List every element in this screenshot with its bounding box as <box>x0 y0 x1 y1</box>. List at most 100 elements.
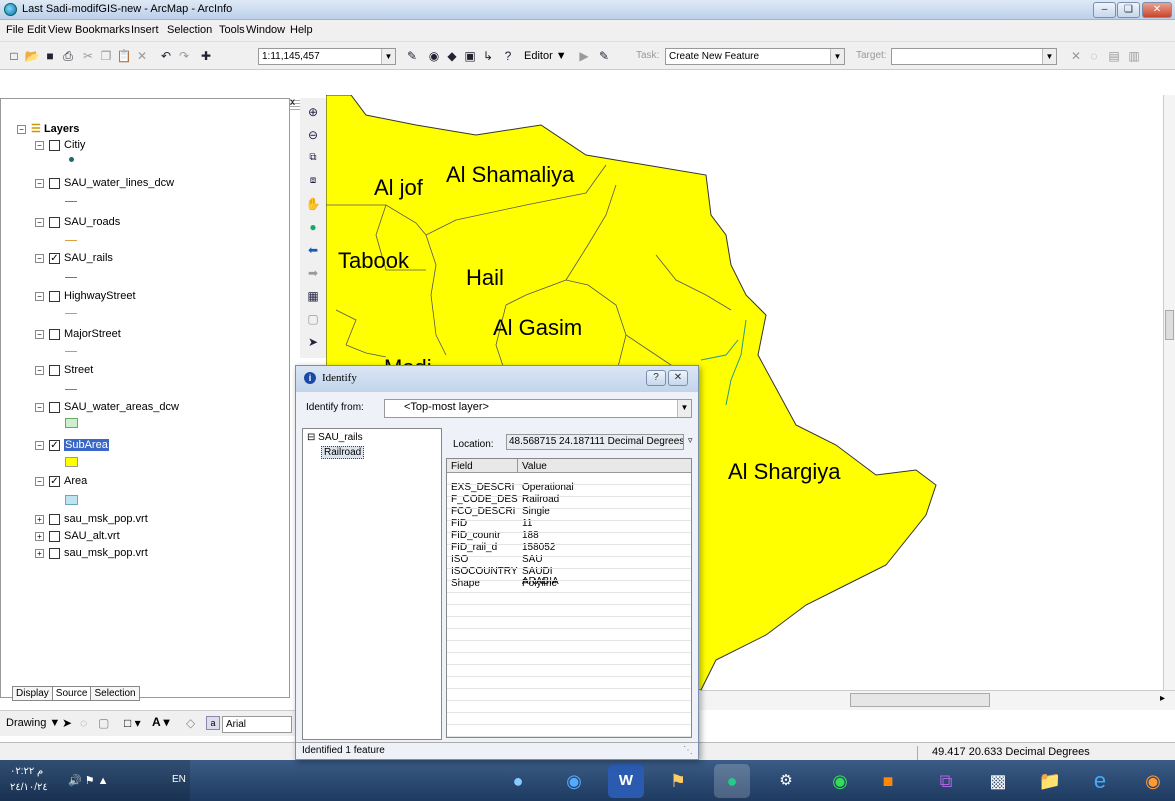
toolbox-icon[interactable]: ◆ <box>444 48 460 64</box>
toc-root[interactable]: − ☰ Layers <box>17 122 79 135</box>
zoom-in-icon[interactable]: ⊕ <box>305 104 321 120</box>
layer-checkbox[interactable] <box>49 177 60 189</box>
menu-view[interactable]: View <box>48 24 72 36</box>
drawing-menu[interactable]: Drawing ▼ <box>6 717 60 729</box>
scroll-thumb[interactable] <box>1165 310 1174 340</box>
attribute-row[interactable]: F_CODE_DES Railroad <box>451 495 559 505</box>
toc-layer-subarea[interactable]: − ✓ SubArea <box>35 439 109 451</box>
toc-layer-sau-msk-pop-2[interactable]: + sau_msk_pop.vrt <box>35 547 148 559</box>
toc-layer-sau-roads[interactable]: − SAU_roads <box>35 216 120 228</box>
scroll-right-icon[interactable]: ▸ <box>1160 693 1165 704</box>
identify-titlebar[interactable]: i Identify ? ✕ <box>296 366 698 392</box>
resize-grip-icon[interactable]: ⋱ <box>683 745 693 756</box>
layer-checkbox[interactable] <box>49 290 60 302</box>
attribute-row[interactable]: ISO SAU <box>451 555 543 565</box>
menu-bookmarks[interactable]: Bookmarks <box>75 24 130 36</box>
folder-app-icon[interactable]: 📁 <box>1032 764 1068 798</box>
sketch-properties-icon[interactable]: ▥ <box>1126 48 1142 64</box>
toc-layer-sau-msk-pop[interactable]: + sau_msk_pop.vrt <box>35 513 148 525</box>
menu-file[interactable]: File <box>6 24 24 36</box>
layer-checkbox[interactable] <box>49 513 60 525</box>
zoom-out-icon[interactable]: ⊖ <box>305 127 321 143</box>
help-button[interactable]: ? <box>646 370 666 386</box>
clear-selection-icon[interactable]: ▢ <box>305 311 321 327</box>
open-folder-icon[interactable]: 📂 <box>24 48 40 64</box>
scroll-thumb[interactable] <box>850 693 990 707</box>
chevron-down-icon[interactable]: ▼ <box>830 49 844 64</box>
new-document-icon[interactable]: □ <box>6 48 22 64</box>
ie-app-icon[interactable]: e <box>1082 764 1118 798</box>
menu-selection[interactable]: Selection <box>167 24 212 36</box>
maximize-button[interactable]: ❏ <box>1117 2 1140 18</box>
font-icon[interactable]: a <box>206 716 220 730</box>
chevron-down-icon[interactable]: ▼ <box>1042 49 1056 64</box>
undo-icon[interactable]: ↶ <box>158 48 174 64</box>
save-icon[interactable]: ■ <box>42 48 58 64</box>
close-button[interactable]: ✕ <box>1142 2 1172 18</box>
col-value-header[interactable]: Value <box>522 461 547 472</box>
fixed-zoom-out-icon[interactable]: ⧈ <box>305 173 321 189</box>
toc-layer-sau-rails[interactable]: − ✓ SAU_rails <box>35 252 113 264</box>
tray-icons[interactable]: 🔊 ⚑ ▲ <box>68 774 109 787</box>
font-combo[interactable]: Arial <box>222 716 292 733</box>
map-vertical-scrollbar[interactable] <box>1163 95 1175 710</box>
rotate-tool-icon[interactable]: ◌ <box>1086 48 1102 64</box>
terminal-app-icon[interactable]: ▩ <box>980 764 1016 798</box>
firefox-app-icon[interactable]: ◉ <box>1135 764 1171 798</box>
menu-edit[interactable]: Edit <box>27 24 46 36</box>
toc-layer-citiy[interactable]: − Citiy <box>35 139 85 151</box>
full-extent-icon[interactable]: ● <box>305 219 321 235</box>
toc-layer-sau-water-areas[interactable]: − SAU_water_areas_dcw <box>35 401 179 413</box>
outlook-app-icon[interactable]: ■ <box>870 764 906 798</box>
layer-checkbox[interactable]: ✓ <box>49 475 60 487</box>
whats-this-icon[interactable]: ? <box>500 48 516 64</box>
back-extent-icon[interactable]: ⬅ <box>305 242 321 258</box>
toc-layer-sau-water-lines[interactable]: − SAU_water_lines_dcw <box>35 177 174 189</box>
split-tool-icon[interactable]: ✕ <box>1068 48 1084 64</box>
toc-layer-area[interactable]: − ✓ Area <box>35 475 87 487</box>
menu-help[interactable]: Help <box>290 24 313 36</box>
attributes-icon[interactable]: ▤ <box>1106 48 1122 64</box>
text-icon[interactable]: A ▾ <box>152 715 170 729</box>
editor-toolbar-icon[interactable]: ✎ <box>404 48 420 64</box>
rectangle-icon[interactable]: □ ▾ <box>124 716 141 730</box>
arctoolbox-icon[interactable]: ◉ <box>426 48 442 64</box>
pan-icon[interactable]: ✋ <box>305 196 321 212</box>
arcmap-app-icon[interactable]: ● <box>714 764 750 798</box>
layer-checkbox[interactable] <box>49 328 60 340</box>
redo-icon[interactable]: ↷ <box>176 48 192 64</box>
location-dropdown-icon[interactable]: ▿ <box>688 435 693 446</box>
layer-checkbox[interactable] <box>49 139 60 151</box>
layer-checkbox[interactable]: ✓ <box>49 439 60 451</box>
menu-window[interactable]: Window <box>246 24 285 36</box>
browser-app-icon[interactable]: ◉ <box>556 764 592 798</box>
utorrent-app-icon[interactable]: ◉ <box>822 764 858 798</box>
tab-selection[interactable]: Selection <box>90 686 140 701</box>
zoom-whole-page-icon[interactable]: ▢ <box>98 716 109 730</box>
chevron-down-icon[interactable]: ▼ <box>677 400 691 417</box>
command-line-icon[interactable]: ▣ <box>462 48 478 64</box>
tree-feature[interactable]: Railroad <box>321 446 365 459</box>
toc-layer-highwaystreet[interactable]: − HighwayStreet <box>35 290 136 302</box>
tab-display[interactable]: Display <box>12 686 53 701</box>
identify-from-combo[interactable]: <Top-most layer> ▼ <box>384 399 692 418</box>
edit-tool-icon[interactable]: ▶ <box>576 48 592 64</box>
python-app-icon[interactable]: ⚙ <box>768 764 804 798</box>
attribute-row[interactable]: FID_rail_d 158052 <box>451 543 555 553</box>
col-field-header[interactable]: Field <box>451 461 473 472</box>
toc-close-icon[interactable]: x <box>290 97 295 108</box>
sketch-tool-icon[interactable]: ✎ <box>596 48 612 64</box>
paint-app-icon[interactable]: ⚑ <box>660 764 696 798</box>
minimize-button[interactable]: – <box>1093 2 1116 18</box>
map-horizontal-scrollbar[interactable]: ▸ <box>700 690 1175 710</box>
add-data-icon[interactable]: ✚ <box>198 48 214 64</box>
toc-layer-majorstreet[interactable]: − MajorStreet <box>35 328 121 340</box>
menu-tools[interactable]: Tools <box>219 24 245 36</box>
dialog-close-button[interactable]: ✕ <box>668 370 688 386</box>
media-app-icon[interactable]: ⧉ <box>928 764 964 798</box>
menu-insert[interactable]: Insert <box>131 24 159 36</box>
forward-extent-icon[interactable]: ➡ <box>305 265 321 281</box>
delete-icon[interactable]: ✕ <box>134 48 150 64</box>
model-builder-icon[interactable]: ↳ <box>480 48 496 64</box>
attribute-row[interactable]: FID_countr 188 <box>451 531 539 541</box>
